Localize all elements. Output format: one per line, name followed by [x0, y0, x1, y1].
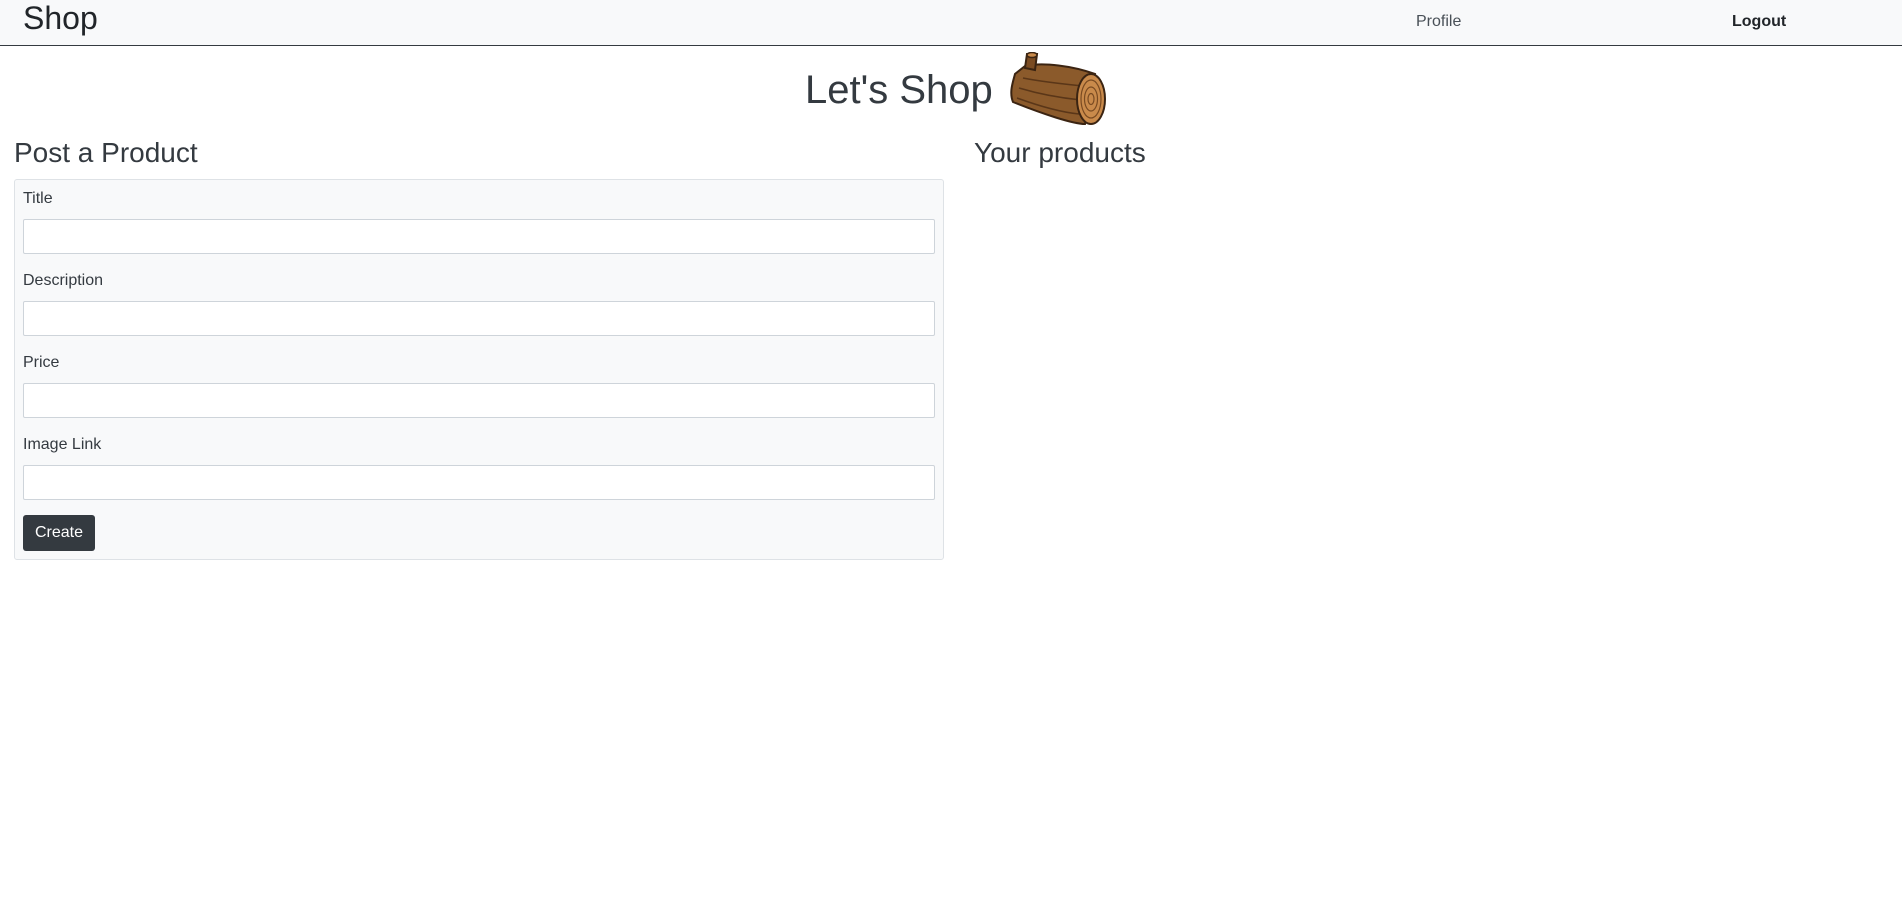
title-input[interactable]	[23, 219, 935, 254]
nav-profile-link[interactable]: Profile	[1416, 12, 1461, 32]
price-input[interactable]	[23, 383, 935, 418]
navbar: Shop Profile Logout	[0, 0, 1902, 46]
nav-logout-link[interactable]: Logout	[1732, 12, 1786, 32]
your-products-heading: Your products	[974, 137, 1146, 168]
title-label: Title	[23, 190, 53, 207]
wood-log-icon	[1010, 52, 1106, 126]
post-product-heading: Post a Product	[14, 137, 198, 168]
description-input[interactable]	[23, 301, 935, 336]
description-label: Description	[23, 272, 104, 289]
create-button[interactable]: Create	[23, 515, 95, 551]
page-title: Let's Shop	[805, 68, 993, 112]
hero-heading: Let's Shop	[805, 52, 1109, 128]
products-list	[974, 180, 1874, 560]
post-product-form: Title Description Price Image Link Creat…	[14, 179, 944, 560]
price-label: Price	[23, 354, 60, 371]
image-link-label: Image Link	[23, 436, 102, 453]
image-link-input[interactable]	[23, 465, 935, 500]
brand-link[interactable]: Shop	[23, 0, 98, 36]
